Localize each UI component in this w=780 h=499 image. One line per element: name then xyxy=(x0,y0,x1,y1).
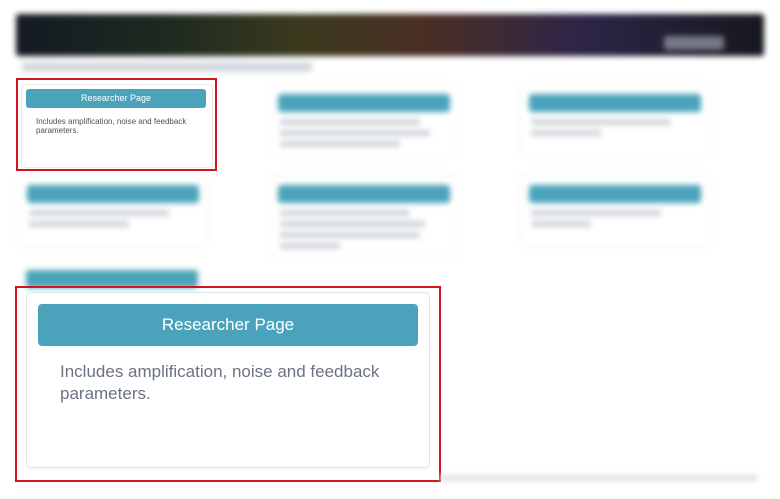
highlight-box-zoomed xyxy=(15,286,441,482)
breadcrumb xyxy=(22,62,312,72)
card-blurred[interactable] xyxy=(520,175,710,247)
card-blurred[interactable] xyxy=(18,175,208,247)
header-banner xyxy=(16,14,764,56)
card-blurred[interactable] xyxy=(269,84,459,156)
card-blurred[interactable] xyxy=(520,84,710,156)
horizontal-scrollbar[interactable] xyxy=(440,474,758,482)
card-blurred[interactable] xyxy=(18,264,206,288)
card-blurred[interactable] xyxy=(269,175,459,259)
highlight-box-small xyxy=(16,78,217,171)
